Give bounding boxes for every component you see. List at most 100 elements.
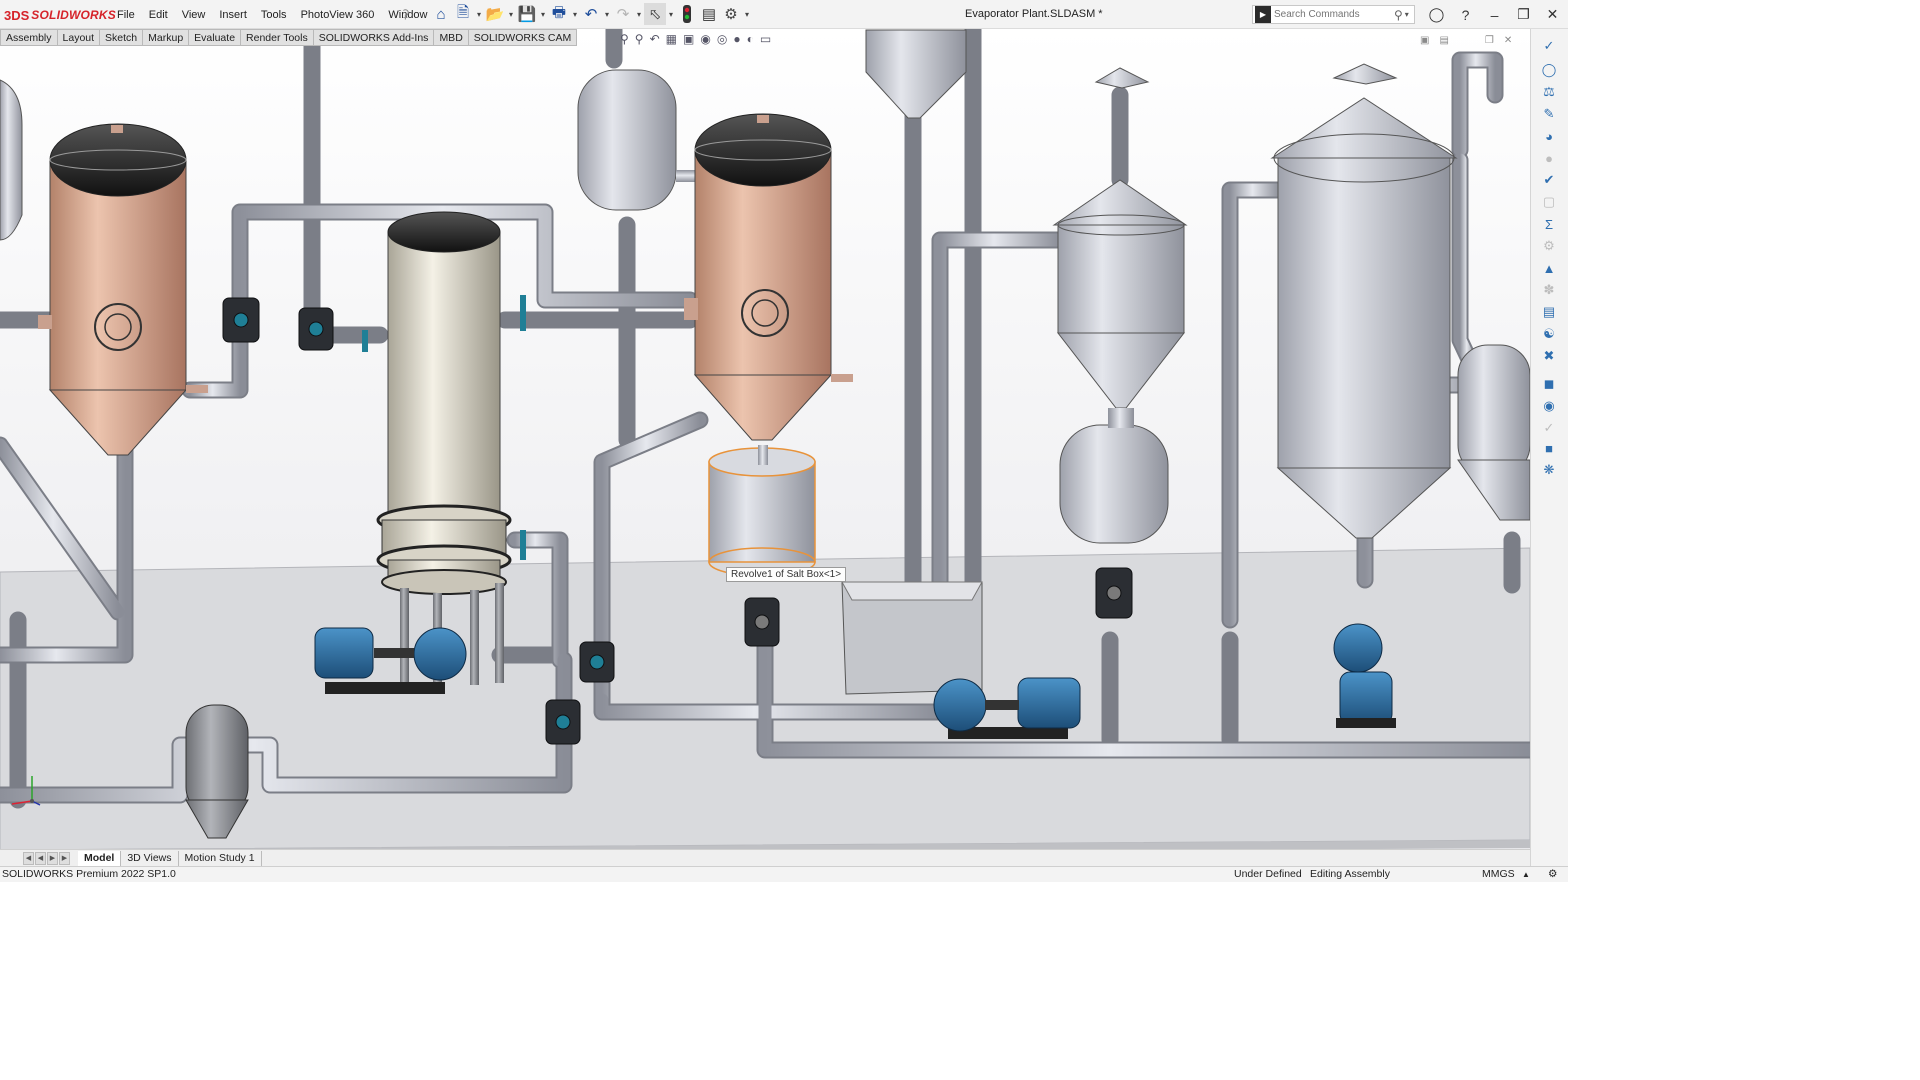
faded-tool-icon-5[interactable]: ✓ [1538, 419, 1560, 437]
faded-tool-icon-2[interactable]: ▢ [1538, 193, 1560, 211]
file-explorer-icon[interactable]: ☯ [1538, 325, 1560, 343]
viewport-close-icon[interactable]: ✕ [1504, 35, 1512, 46]
evaporator-plant-model[interactable] [0, 29, 1530, 849]
hide-show-items-icon[interactable]: ◎ [717, 32, 727, 46]
save-dropdown-icon[interactable]: ▾ [538, 3, 548, 25]
search-icon[interactable]: ⚲ [1394, 8, 1403, 22]
print-icon[interactable]: 🖶 [548, 3, 570, 25]
tab-sketch[interactable]: Sketch [100, 29, 144, 46]
faded-tool-icon-4[interactable]: ✽ [1538, 281, 1560, 299]
menu-view[interactable]: View [175, 9, 213, 21]
tab-layout[interactable]: Layout [57, 29, 101, 46]
minimize-icon[interactable]: – [1480, 7, 1509, 23]
new-dropdown-icon[interactable]: ▾ [474, 3, 484, 25]
tab-evaluate[interactable]: Evaluate [189, 29, 242, 46]
display-style-icon[interactable]: ◉ [700, 32, 710, 46]
appearances-pie-icon[interactable]: ◕ [1538, 127, 1560, 145]
faded-tool-icon-1[interactable]: ● [1538, 149, 1560, 167]
first-tab-icon[interactable]: ◀ [23, 851, 34, 865]
tab-3d-views[interactable]: 3D Views [121, 850, 179, 866]
edit-appearance-icon[interactable]: ● [733, 32, 740, 46]
zoom-area-icon[interactable]: ⚲ [635, 32, 644, 46]
redo-dropdown-icon[interactable]: ▾ [634, 3, 644, 25]
tab-markup[interactable]: Markup [143, 29, 190, 46]
viewport-collapse-icon[interactable]: ▣ [1420, 35, 1429, 46]
appearances-icon[interactable]: ◉ [1538, 397, 1560, 415]
search-input[interactable] [1274, 9, 1392, 20]
tab-solidworks-cam[interactable]: SOLIDWORKS CAM [468, 29, 578, 46]
evaporator-vessel-1[interactable] [38, 123, 208, 456]
undo-dropdown-icon[interactable]: ▾ [602, 3, 612, 25]
redo-icon[interactable]: ↷ [612, 3, 634, 25]
tab-assembly[interactable]: Assembly [0, 29, 58, 46]
select-cursor-icon[interactable]: ⬁ [644, 3, 666, 25]
open-dropdown-icon[interactable]: ▾ [506, 3, 516, 25]
hopper-funnel[interactable] [865, 29, 967, 119]
units-dropdown-icon[interactable]: ▲ [1522, 870, 1530, 879]
solidworks-logo[interactable]: 3DS SOLIDWORKS [4, 6, 116, 24]
color-swatch-icon[interactable]: ■ [1538, 439, 1560, 457]
left-partial-vessel[interactable] [0, 79, 23, 241]
storage-silo[interactable] [1270, 63, 1458, 539]
measure-icon[interactable]: ◯ [1538, 61, 1560, 79]
solidworks-resources-icon[interactable]: ▲ [1538, 259, 1560, 277]
next-tab-icon[interactable]: ▶ [47, 851, 58, 865]
viewport-expand-icon[interactable]: ▤ [1439, 35, 1448, 46]
menu-photoview[interactable]: PhotoView 360 [294, 9, 382, 21]
traffic-light-icon[interactable] [676, 3, 698, 25]
help-icon[interactable]: ? [1451, 7, 1480, 23]
evaporator-vessel-2[interactable] [684, 113, 853, 441]
select-dropdown-icon[interactable]: ▾ [666, 3, 676, 25]
graphics-area[interactable]: ⚲ ⚲ ↶ ▦ ▣ ◉ ◎ ● ◐ ▭ ▣ ▤ ❐ ✕ Revolve1 of … [0, 29, 1530, 849]
restore-icon[interactable]: ❐ [1509, 6, 1538, 23]
tab-motion-study-1[interactable]: Motion Study 1 [179, 850, 262, 866]
search-dropdown-icon[interactable]: ▾ [1405, 10, 1409, 19]
faded-tool-icon-3[interactable]: ⚙ [1538, 237, 1560, 255]
menu-file[interactable]: File [110, 9, 142, 21]
menu-edit[interactable]: Edit [142, 9, 175, 21]
mass-properties-icon[interactable]: ⚖ [1538, 83, 1560, 101]
small-receiver-vessel[interactable] [577, 69, 696, 211]
last-tab-icon[interactable]: ▶ [59, 851, 70, 865]
help-circle-icon[interactable]: ❋ [1538, 461, 1560, 479]
prev-tab-icon[interactable]: ◀ [35, 851, 46, 865]
salt-box-selected[interactable] [708, 445, 816, 577]
tab-model[interactable]: Model [78, 850, 122, 866]
options-gear-icon[interactable]: ⚙ [720, 3, 742, 25]
spell-check-icon[interactable]: ✓ [1538, 37, 1560, 55]
view-settings-icon[interactable]: ▭ [760, 32, 771, 46]
search-commands[interactable]: ▶ ⚲ ▾ [1252, 5, 1415, 24]
save-icon[interactable]: 💾 [516, 3, 538, 25]
pin-menu-icon[interactable]: ⚳ [401, 7, 410, 21]
menu-tools[interactable]: Tools [254, 9, 294, 21]
user-account-icon[interactable]: ◯ [1422, 6, 1451, 23]
tab-solidworks-addins[interactable]: SOLIDWORKS Add-Ins [313, 29, 435, 46]
right-partial-vessel[interactable] [1457, 344, 1530, 521]
settling-tank-box[interactable] [841, 581, 983, 695]
sketch-tools-icon[interactable]: ✎ [1538, 105, 1560, 123]
zoom-to-fit-icon[interactable]: ⚲ [620, 32, 629, 46]
home-icon[interactable]: ⌂ [430, 3, 452, 25]
section-view-icon[interactable]: ▦ [666, 32, 677, 46]
file-properties-icon[interactable]: ▤ [698, 3, 720, 25]
view-palette-icon[interactable]: ◼ [1538, 375, 1560, 393]
tab-render-tools[interactable]: Render Tools [241, 29, 314, 46]
previous-view-icon[interactable]: ↶ [650, 32, 660, 46]
menu-insert[interactable]: Insert [212, 9, 254, 21]
view-orientation-icon[interactable]: ▣ [683, 32, 694, 46]
viewport-restore-icon[interactable]: ❐ [1485, 35, 1494, 46]
unit-system[interactable]: MMGS [1482, 868, 1515, 880]
close-icon[interactable]: ✕ [1538, 6, 1567, 23]
check-icon[interactable]: ✔ [1538, 171, 1560, 189]
new-document-icon[interactable]: 🗎 [452, 3, 474, 25]
sum-icon[interactable]: Σ [1538, 215, 1560, 233]
notifications-icon[interactable]: ⚙ [1548, 868, 1557, 880]
tab-mbd[interactable]: MBD [434, 29, 469, 46]
options-dropdown-icon[interactable]: ▾ [742, 3, 752, 25]
print-dropdown-icon[interactable]: ▾ [570, 3, 580, 25]
close-excel-icon[interactable]: ✖ [1538, 347, 1560, 365]
undo-icon[interactable]: ↶ [580, 3, 602, 25]
design-library-icon[interactable]: ▤ [1538, 303, 1560, 321]
open-icon[interactable]: 📂 [484, 3, 506, 25]
apply-scene-icon[interactable]: ◐ [747, 32, 754, 46]
